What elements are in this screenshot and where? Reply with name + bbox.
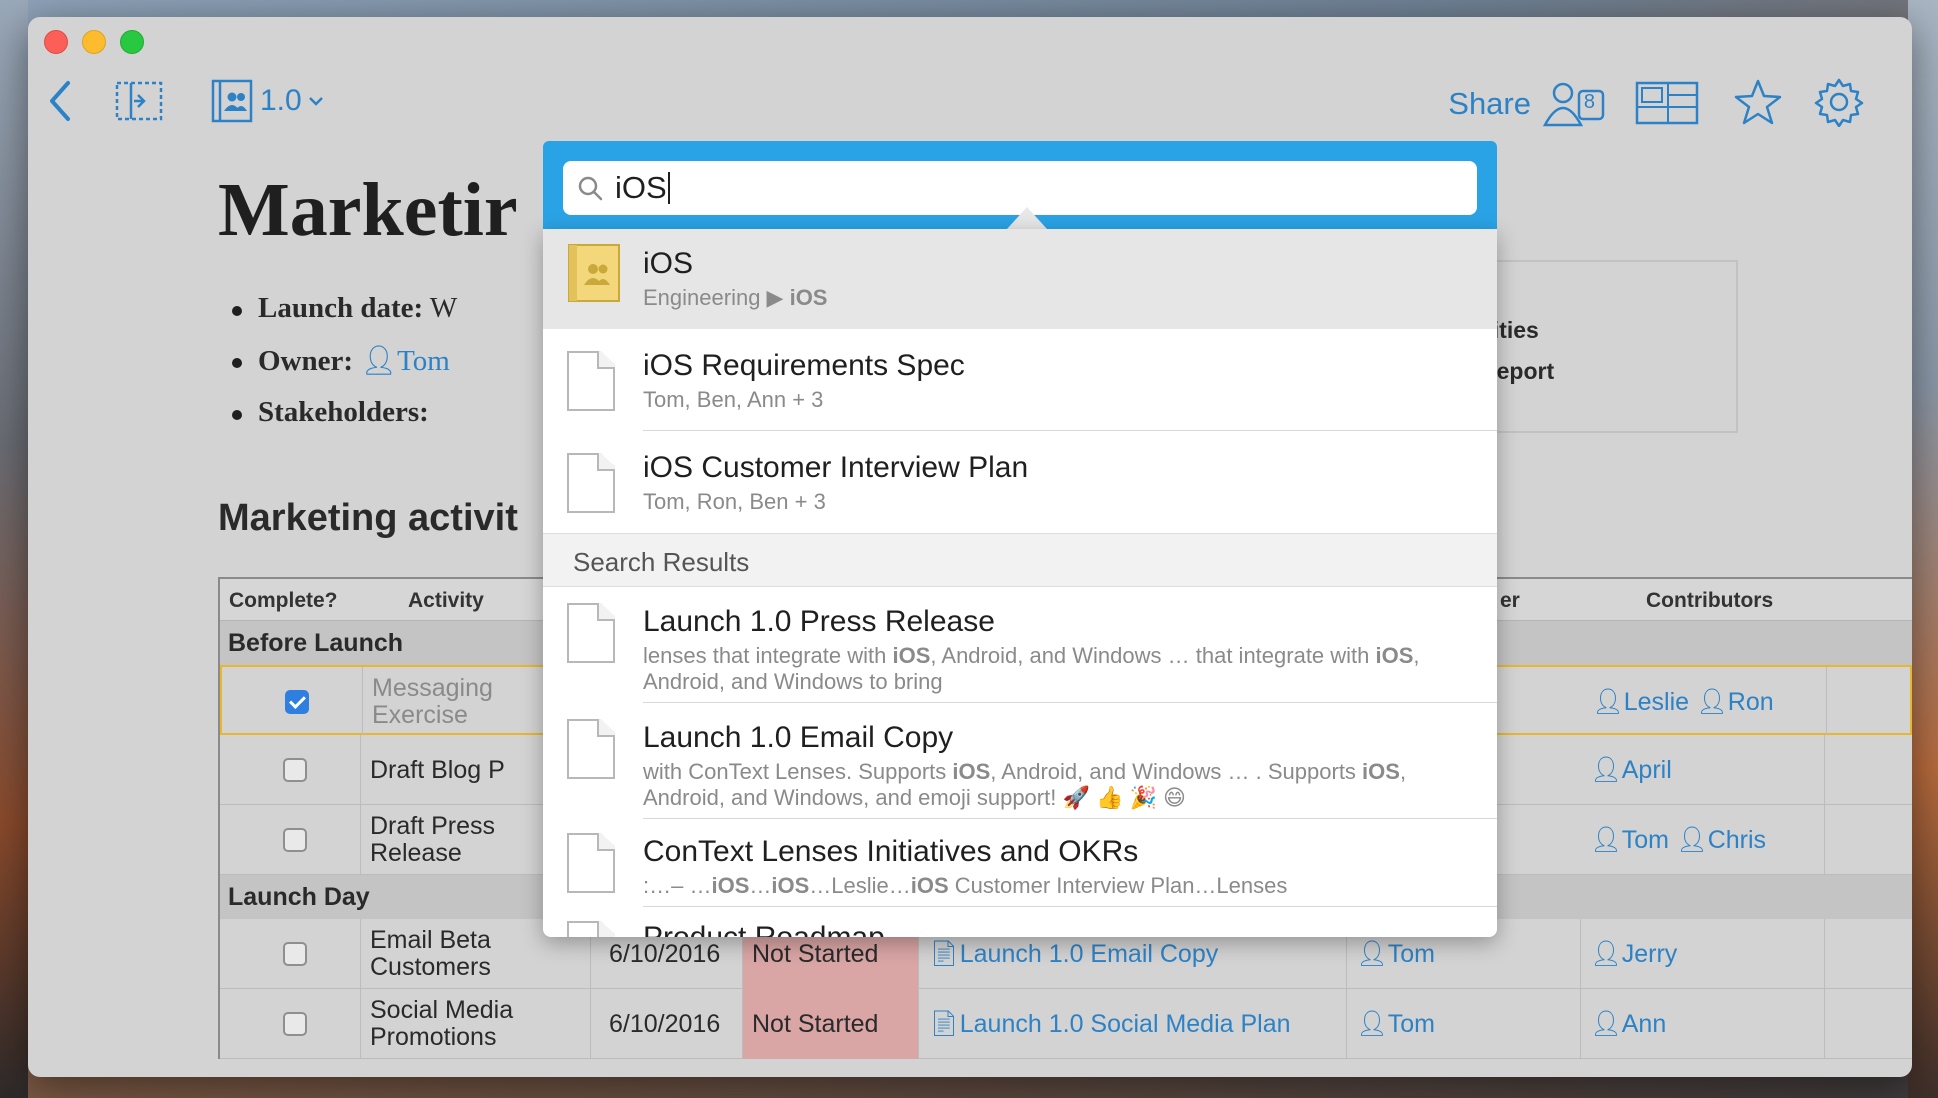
layout-icon	[1635, 81, 1699, 125]
complete-checkbox[interactable]	[283, 828, 307, 852]
document-icon	[567, 453, 615, 513]
favorite-button[interactable]	[1734, 77, 1782, 127]
search-results-list: iOS Engineering ▶ iOS iOS Requirements S…	[543, 229, 1497, 937]
window-controls	[44, 30, 144, 54]
document-link[interactable]: 📄︎Launch 1.0 Social Media Plan	[928, 1010, 1291, 1039]
search-result-item[interactable]: Product Roadmap	[543, 907, 1497, 937]
back-button[interactable]	[42, 77, 82, 125]
table-row[interactable]: Social Media Promotions 6/10/2016 Not St…	[220, 989, 1912, 1059]
document-icon	[567, 833, 615, 893]
contributor-link[interactable]: 👤︎Ann	[1590, 1010, 1666, 1039]
bullet-stakeholders: Stakeholders:	[231, 396, 457, 448]
search-popover: iOS iOS Engineering ▶ iOS iOS Requiremen…	[543, 141, 1497, 937]
desktop-wallpaper-left	[0, 0, 28, 1098]
contributors-cell: 👤︎Jerry	[1581, 919, 1825, 989]
contributor-link[interactable]: 👤︎Chris	[1676, 826, 1766, 855]
contributor-link[interactable]: 👤︎Leslie	[1592, 688, 1689, 717]
document-cell: 📄︎Launch 1.0 Social Media Plan	[919, 989, 1347, 1059]
desktop-wallpaper-right	[1908, 0, 1938, 1098]
search-result-folder[interactable]: iOS Engineering ▶ iOS	[543, 229, 1497, 329]
owner-cell: 👤︎Tom	[1347, 989, 1581, 1059]
chevron-left-icon	[50, 81, 70, 121]
toolbar: 1.0 Share 8	[28, 67, 1912, 137]
document-icon	[567, 351, 615, 411]
contributor-link[interactable]: 👤︎Tom	[1590, 826, 1669, 855]
document-icon	[567, 719, 615, 779]
folder-version-selector[interactable]: 1.0	[210, 77, 324, 125]
popover-arrow	[1007, 207, 1047, 229]
contributors-cell: 👤︎Tom 👤︎Chris	[1581, 805, 1825, 875]
minimize-window-button[interactable]	[82, 30, 106, 54]
col-contributors: Contributors	[1646, 589, 1774, 612]
complete-checkbox[interactable]	[283, 758, 307, 782]
view-layout-button[interactable]	[1634, 79, 1700, 127]
document-title: Marketir	[218, 168, 518, 252]
sidebar-toggle-icon	[115, 81, 163, 121]
contributors-cell: 👤︎Leslie 👤︎Ron	[1583, 667, 1827, 737]
col-complete: Complete?	[229, 589, 338, 612]
contributor-link[interactable]: 👤︎Jerry	[1590, 940, 1677, 969]
people-count-icon	[1542, 82, 1605, 127]
share-label: Share	[1448, 86, 1531, 121]
gear-icon	[1814, 78, 1864, 128]
contributor-link[interactable]: 👤︎April	[1590, 756, 1672, 785]
star-icon	[1734, 79, 1782, 125]
contributors-cell: 👤︎April	[1581, 735, 1825, 805]
sidebar-toggle-button[interactable]	[114, 77, 164, 125]
owner-link[interactable]: 👤︎Tom	[1356, 940, 1435, 969]
date-cell[interactable]: 6/10/2016	[591, 989, 743, 1059]
table-of-contents-box: vities Report	[1478, 260, 1738, 433]
app-window: 1.0 Share 8 Marketir Launch date: W Owne…	[28, 17, 1912, 1077]
search-result-item[interactable]: iOS Requirements Spec Tom, Ben, Ann + 3	[543, 329, 1497, 431]
chevron-down-icon	[308, 97, 323, 106]
document-icon	[567, 603, 615, 663]
close-window-button[interactable]	[44, 30, 68, 54]
zoom-window-button[interactable]	[120, 30, 144, 54]
document-icon: 📄︎	[928, 939, 960, 968]
search-results-section-label: Search Results	[543, 533, 1497, 587]
bullet-owner: Owner: 👤︎Tom	[231, 344, 457, 396]
contributor-link[interactable]: 👤︎Ron	[1696, 688, 1774, 717]
section-heading: Marketing activit	[218, 497, 518, 539]
owner-link[interactable]: 👤︎Tom	[360, 345, 450, 377]
document-icon	[567, 921, 615, 937]
search-result-item[interactable]: Launch 1.0 Press Release lenses that int…	[543, 587, 1497, 703]
document-icon: 📄︎	[928, 1009, 960, 1038]
shared-folder-icon	[567, 243, 621, 308]
document-link[interactable]: 📄︎Launch 1.0 Email Copy	[928, 940, 1218, 969]
search-icon	[578, 176, 603, 201]
search-query-text: iOS	[615, 170, 667, 205]
status-cell[interactable]: Not Started	[743, 989, 919, 1059]
bullet-launch-date: Launch date: W	[231, 292, 457, 344]
owner-link[interactable]: 👤︎Tom	[1356, 1010, 1435, 1039]
share-count-badge: 8	[1583, 91, 1595, 113]
shared-folder-icon	[211, 79, 253, 123]
version-label: 1.0	[260, 84, 302, 117]
text-caret	[667, 172, 670, 204]
col-owner: er	[1500, 589, 1520, 612]
activity-cell[interactable]: Social Media Promotions	[361, 989, 591, 1059]
search-result-item[interactable]: ConText Lenses Initiatives and OKRs :…– …	[543, 819, 1497, 907]
complete-checkbox[interactable]	[283, 1012, 307, 1036]
search-result-item[interactable]: Launch 1.0 Email Copy with ConText Lense…	[543, 703, 1497, 819]
share-button[interactable]: Share 8	[1448, 79, 1607, 129]
col-activity: Activity	[408, 589, 484, 612]
search-result-item[interactable]: iOS Customer Interview Plan Tom, Ron, Be…	[543, 431, 1497, 533]
complete-checkbox[interactable]	[285, 690, 309, 714]
search-header: iOS	[543, 141, 1497, 229]
settings-button[interactable]	[1814, 77, 1864, 128]
document-bullets: Launch date: W Owner: 👤︎Tom Stakeholders…	[231, 292, 457, 448]
contributors-cell: 👤︎Ann	[1581, 989, 1825, 1059]
complete-checkbox[interactable]	[283, 942, 307, 966]
